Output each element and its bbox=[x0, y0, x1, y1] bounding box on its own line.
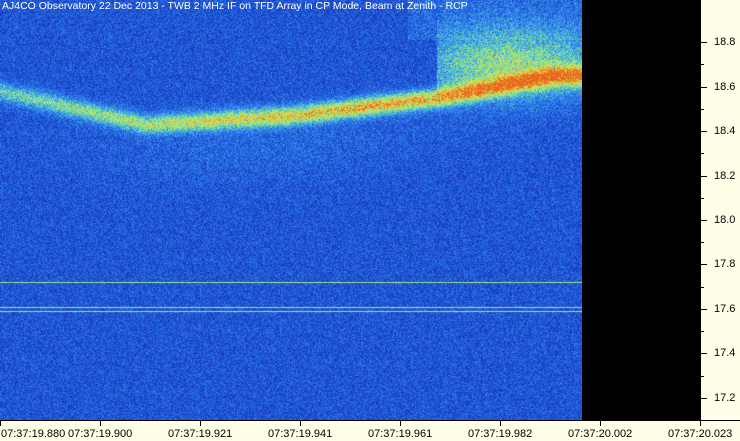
x-tick-mark bbox=[300, 421, 301, 426]
chart-title: AJ4CO Observatory 22 Dec 2013 - TWB 2 MH… bbox=[2, 0, 468, 12]
x-tick-label: 07:37:19.880 bbox=[1, 428, 66, 440]
spectrogram-plot: AJ4CO Observatory 22 Dec 2013 - TWB 2 MH… bbox=[0, 0, 700, 420]
y-minor-tick bbox=[701, 197, 704, 199]
y-tick-mark bbox=[701, 175, 707, 177]
y-tick-label: 17.4 bbox=[714, 347, 736, 360]
y-minor-tick bbox=[701, 375, 704, 377]
y-tick-mark bbox=[701, 42, 707, 44]
x-tick-mark bbox=[200, 421, 201, 426]
y-minor-tick bbox=[701, 331, 704, 333]
y-tick-label: 18.4 bbox=[714, 125, 736, 138]
x-tick-label: 07:37:19.900 bbox=[68, 428, 133, 440]
y-minor-tick bbox=[701, 286, 704, 288]
y-tick-label: 18.2 bbox=[714, 169, 736, 182]
y-tick-mark bbox=[701, 220, 707, 221]
y-tick-label: 18.0 bbox=[714, 214, 736, 226]
x-tick-label: 07:37:19.961 bbox=[368, 428, 433, 440]
y-minor-tick bbox=[701, 108, 704, 110]
x-tick-mark bbox=[400, 421, 401, 426]
x-tick-mark bbox=[0, 421, 1, 426]
y-axis: 18.8 18.6 18.4 18.2 18.0 17.8 17.6 17.4 17.2 bbox=[700, 0, 740, 420]
x-tick-mark bbox=[100, 421, 101, 426]
y-tick-label: 18.6 bbox=[714, 80, 736, 93]
y-minor-tick bbox=[701, 242, 704, 244]
y-tick-label: 17.8 bbox=[714, 258, 736, 271]
y-tick-label: 17.2 bbox=[714, 391, 736, 404]
x-tick-label: 07:37:19.982 bbox=[468, 428, 533, 440]
x-tick-mark bbox=[500, 421, 501, 426]
y-tick-mark bbox=[701, 131, 707, 133]
y-tick-mark bbox=[701, 397, 707, 399]
y-tick-mark bbox=[701, 308, 707, 310]
y-tick-mark bbox=[701, 353, 707, 355]
y-tick-mark bbox=[701, 86, 707, 88]
x-tick-mark bbox=[700, 421, 701, 426]
y-tick-label: 17.6 bbox=[714, 302, 736, 315]
x-tick-label: 07:37:20.023 bbox=[668, 428, 733, 440]
y-minor-tick bbox=[701, 153, 704, 155]
y-minor-tick bbox=[701, 64, 704, 66]
spectrogram-heatmap bbox=[0, 0, 582, 420]
x-tick-label: 07:37:19.941 bbox=[268, 428, 333, 440]
y-tick-label: 18.8 bbox=[714, 36, 736, 49]
x-axis: 07:37:19.880 07:37:19.900 07:37:19.921 07:3… bbox=[0, 420, 740, 441]
x-tick-label: 07:37:20.002 bbox=[568, 428, 633, 440]
no-data-region bbox=[582, 0, 700, 420]
x-tick-label: 07:37:19.921 bbox=[168, 428, 233, 440]
x-tick-mark bbox=[600, 421, 601, 426]
y-tick-mark bbox=[701, 264, 707, 266]
